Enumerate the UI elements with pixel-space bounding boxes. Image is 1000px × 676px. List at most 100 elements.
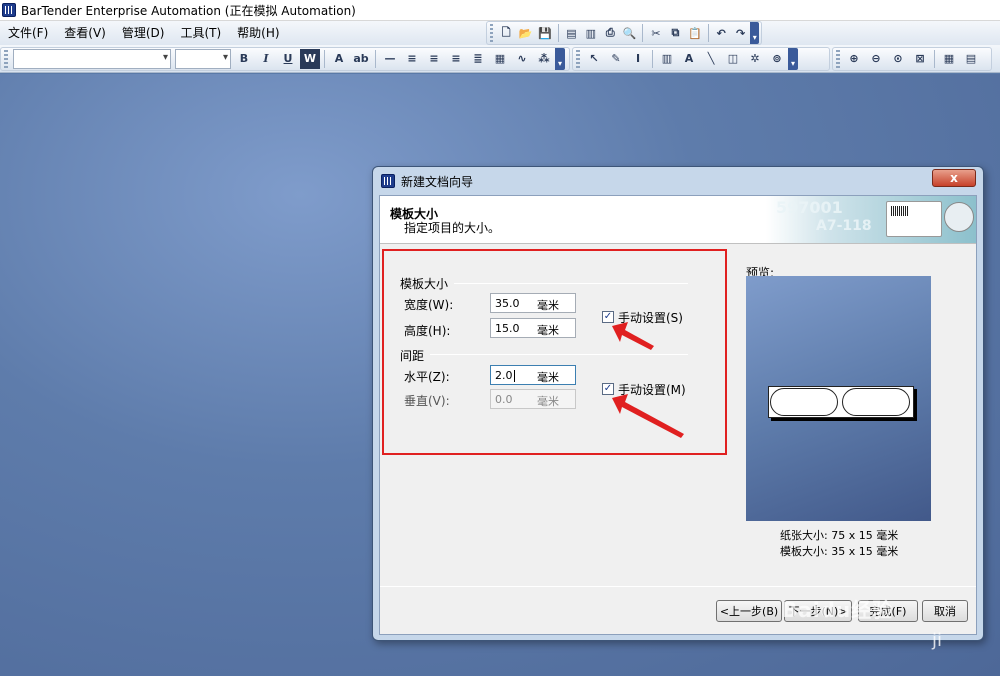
bartender-app-icon — [2, 3, 16, 17]
toolbar-separator — [324, 49, 325, 68]
picture-icon[interactable]: ✲ — [745, 49, 765, 69]
font-name-combo[interactable] — [13, 48, 171, 69]
text-object-icon[interactable]: A — [679, 49, 699, 69]
menu-tools[interactable]: 工具(T) — [172, 22, 229, 44]
toolbar-separator — [934, 49, 935, 68]
cut-icon[interactable]: ✂ — [647, 23, 664, 43]
height-label: 高度(H): — [404, 324, 451, 338]
vertical-text-icon[interactable]: ▦ — [490, 49, 510, 69]
wizard-app-icon — [381, 174, 395, 188]
height-field[interactable]: 15.0 毫米 — [490, 318, 576, 338]
align-right-icon[interactable]: ≡ — [446, 49, 466, 69]
width-label: 宽度(W): — [404, 298, 454, 312]
toolbar-separator — [707, 24, 709, 42]
template-size-info: 模板大小: 35 x 15 毫米 — [780, 545, 899, 558]
step-subtitle: 指定项目的大小。 — [404, 221, 501, 235]
paper-size-info: 纸张大小: 75 x 15 毫米 — [780, 529, 899, 542]
width-field[interactable]: 35.0 毫米 — [490, 293, 576, 313]
pen-icon[interactable]: ✎ — [606, 49, 626, 69]
grid-icon[interactable]: ▦ — [939, 49, 959, 69]
toolbar-separator — [375, 49, 376, 68]
menu-view[interactable]: 查看(V) — [56, 22, 114, 44]
select-pointer-icon[interactable]: ↖ — [584, 49, 604, 69]
shape-icon[interactable]: ◫ — [723, 49, 743, 69]
toolbar-separator — [642, 24, 644, 42]
copy-icon[interactable]: ⧉ — [667, 23, 684, 43]
zoom-fit-icon[interactable]: ⊠ — [910, 49, 930, 69]
save-icon[interactable]: 💾 — [536, 23, 553, 43]
ruler-icon[interactable]: ▤ — [961, 49, 981, 69]
cancel-button[interactable]: 取消 — [922, 600, 968, 622]
label-preview — [746, 276, 931, 521]
text-path-icon[interactable]: ∿ — [512, 49, 532, 69]
window-title: BarTender Enterprise Automation (正在模拟 Au… — [21, 3, 356, 18]
cd-label-icon — [944, 202, 974, 232]
dialog-titlebar[interactable]: 新建文档向导 x — [373, 167, 983, 195]
height-value: 15.0 — [495, 322, 520, 335]
redo-icon[interactable]: ↷ — [732, 23, 749, 43]
vertical-unit: 毫米 — [537, 395, 559, 408]
font-color-button[interactable]: A — [329, 49, 349, 69]
underline-button[interactable]: U — [278, 49, 298, 69]
rfid-icon[interactable]: ⊚ — [767, 49, 787, 69]
menu-help[interactable]: 帮助(H) — [229, 22, 287, 44]
menu-file[interactable]: 文件(F) — [0, 22, 56, 44]
print-icon[interactable]: ⎙ — [602, 23, 619, 43]
zoom-custom-icon[interactable]: ⊙ — [888, 49, 908, 69]
width-unit: 毫米 — [537, 299, 559, 312]
toolbar-grip[interactable] — [576, 49, 580, 68]
horizontal-value: 2.0 — [495, 369, 515, 382]
justify-icon[interactable]: ≣ — [468, 49, 488, 69]
manual-size-label[interactable]: 手动设置(S) — [618, 309, 683, 326]
text-cursor-icon[interactable]: I — [628, 49, 648, 69]
toolbar-overflow-icon[interactable]: ▾ — [750, 22, 760, 44]
footer-divider — [380, 586, 976, 587]
manual-spacing-label[interactable]: 手动设置(M) — [618, 381, 686, 398]
toolbar-grip[interactable] — [490, 24, 494, 42]
menu-manage[interactable]: 管理(D) — [114, 22, 173, 44]
paper-preview — [768, 386, 914, 418]
barcode-icon[interactable]: ▥ — [657, 49, 677, 69]
undo-icon[interactable]: ↶ — [712, 23, 729, 43]
line-icon[interactable]: — — [380, 49, 400, 69]
paste-icon[interactable]: 📋 — [686, 23, 703, 43]
spacing-section-label: 间距 — [400, 349, 425, 363]
label-preview-shape — [770, 388, 838, 416]
open-icon[interactable]: 📂 — [517, 23, 534, 43]
banner-code: A7-118 — [816, 218, 872, 234]
height-unit: 毫米 — [537, 324, 559, 337]
align-center-icon[interactable]: ≡ — [424, 49, 444, 69]
word-wrap-button[interactable]: W — [300, 48, 320, 69]
standard-toolbar-group: 🗋 📂 💾 ▤ ▥ ⎙ 🔍 ✂ ⧉ 📋 ↶ ↷ ▾ — [486, 21, 762, 45]
toolbar-grip[interactable] — [836, 49, 840, 68]
zoom-toolbar: ⊕ ⊖ ⊙ ⊠ ▦ ▤ — [832, 46, 992, 71]
new-icon[interactable]: 🗋 — [497, 23, 514, 43]
manual-spacing-checkbox[interactable]: ✓ — [602, 383, 614, 395]
watermark-sub: ji — [932, 630, 943, 651]
text-effect-icon[interactable]: ⁂ — [534, 49, 554, 69]
highlight-icon[interactable]: ab — [351, 49, 371, 69]
align-left-icon[interactable]: ≡ — [402, 49, 422, 69]
banner-number: 597001 — [776, 198, 843, 217]
toolbar-grip[interactable] — [4, 49, 8, 68]
toolbar-overflow-icon[interactable]: ▾ — [788, 47, 798, 70]
dialog-title: 新建文档向导 — [401, 174, 474, 189]
manual-size-checkbox[interactable]: ✓ — [602, 311, 614, 323]
line-tool-icon[interactable]: ╲ — [701, 49, 721, 69]
zoom-out-icon[interactable]: ⊖ — [866, 49, 886, 69]
close-button[interactable]: x — [932, 169, 976, 187]
toolbar-overflow-icon[interactable]: ▾ — [555, 47, 565, 70]
bold-button[interactable]: B — [234, 49, 254, 69]
print-preview-icon[interactable]: 🔍 — [621, 23, 638, 43]
format-toolbar: B I U W A ab — ≡ ≡ ≡ ≣ ▦ ∿ ⁂ ▾ — [0, 46, 570, 71]
italic-button[interactable]: I — [256, 49, 276, 69]
vertical-value: 0.0 — [495, 393, 513, 406]
font-size-combo[interactable] — [175, 48, 231, 69]
zoom-in-icon[interactable]: ⊕ — [844, 49, 864, 69]
vertical-spacing-field: 0.0 毫米 — [490, 389, 576, 409]
horizontal-spacing-field[interactable]: 2.0 毫米 — [490, 365, 576, 385]
print-setup-icon[interactable]: ▤ — [563, 23, 580, 43]
width-value: 35.0 — [495, 297, 520, 310]
page-icon[interactable]: ▥ — [582, 23, 599, 43]
back-button[interactable]: <上一步(B) — [716, 600, 782, 622]
